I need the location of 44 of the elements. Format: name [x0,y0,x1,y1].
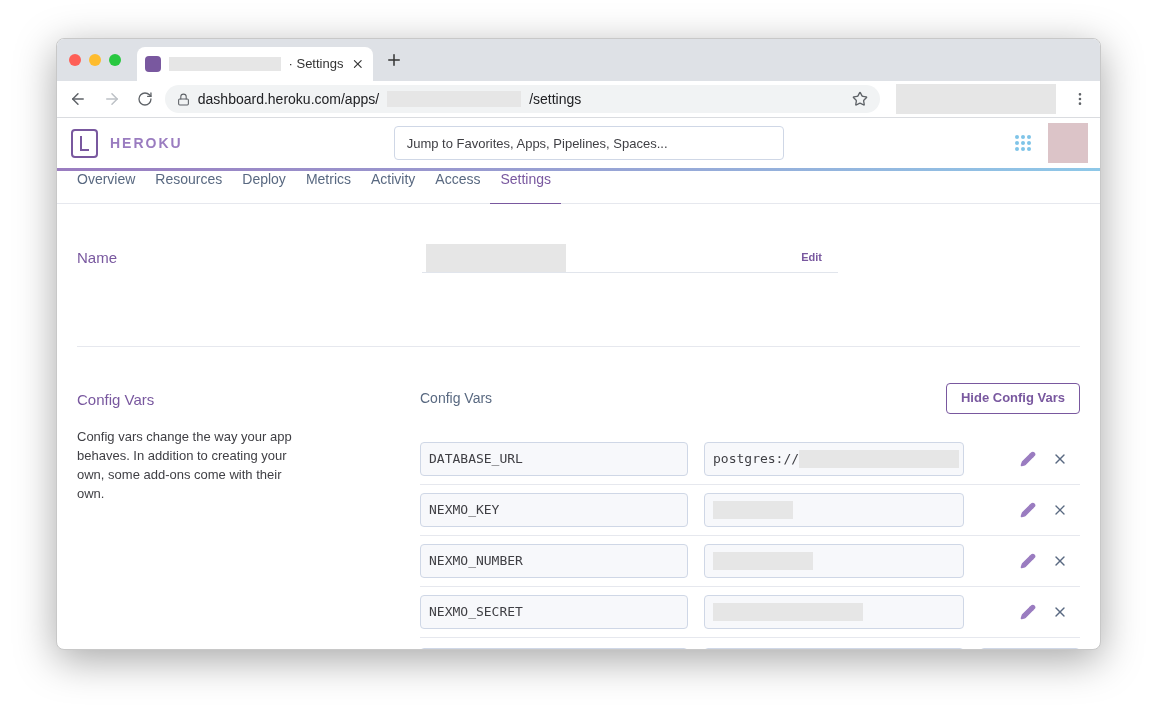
section-title: Name [77,248,118,268]
app-name-field[interactable]: Edit [422,243,838,273]
nav-tab[interactable]: Resources [145,171,233,204]
tab-title: · Settings [288,55,344,74]
section-title: Config Vars [77,390,156,410]
edit-link[interactable]: Edit [801,249,822,266]
reload-icon[interactable] [136,91,153,107]
value-field[interactable] [704,544,964,578]
lock-icon [176,92,190,106]
nav-tab[interactable]: Access [425,171,491,204]
key-field[interactable]: DATABASE_URL [420,442,688,476]
close-tab-icon[interactable] [351,57,365,71]
brand-name: HEROKU [110,133,183,153]
edit-pencil-icon[interactable] [1020,604,1036,620]
edit-pencil-icon[interactable] [1020,553,1036,569]
bookmark-star-icon[interactable] [852,91,869,107]
nav-tab[interactable]: Settings [490,171,562,204]
edit-pencil-icon[interactable] [1020,451,1036,467]
section-description: Config vars change the way your app behaves. In addition to creating your own, some add-ons come with their own. [77,427,293,503]
url-path: /settings [529,89,582,109]
address-bar[interactable]: dashboard.heroku.com/apps/ /settings [164,85,881,113]
browser-tab[interactable]: · Settings [137,47,373,81]
key-field[interactable]: NEXMO_KEY [420,493,688,527]
heroku-favicon-icon [145,56,161,72]
edit-pencil-icon[interactable] [1020,502,1036,518]
nav-tab[interactable]: Metrics [295,171,361,204]
nav-tab[interactable]: Deploy [232,171,296,204]
config-vars-heading: Config Vars [420,388,493,408]
url-host: dashboard.heroku.com/apps/ [197,89,380,109]
apps-grid-icon[interactable] [1014,134,1032,152]
value-text: postgres:// [713,450,800,469]
back-icon[interactable] [69,90,87,108]
key-field[interactable]: NEXMO_NUMBER [420,544,688,578]
nav-tab[interactable]: Overview [67,171,146,204]
value-field[interactable]: postgres:// [704,442,964,476]
hide-config-vars-button[interactable]: Hide Config Vars [945,382,1080,414]
nav-tab[interactable]: Activity [361,171,426,204]
value-field[interactable] [704,595,964,629]
new-tab-icon[interactable] [385,51,403,69]
close-window-icon[interactable] [69,54,81,66]
heroku-logo-icon[interactable] [71,128,98,158]
value-field[interactable] [704,493,964,527]
search-field[interactable]: Jump to Favorites, Apps, Pipelines, Spaces... [393,126,784,160]
key-field[interactable]: NEXMO_SECRET [420,595,688,629]
